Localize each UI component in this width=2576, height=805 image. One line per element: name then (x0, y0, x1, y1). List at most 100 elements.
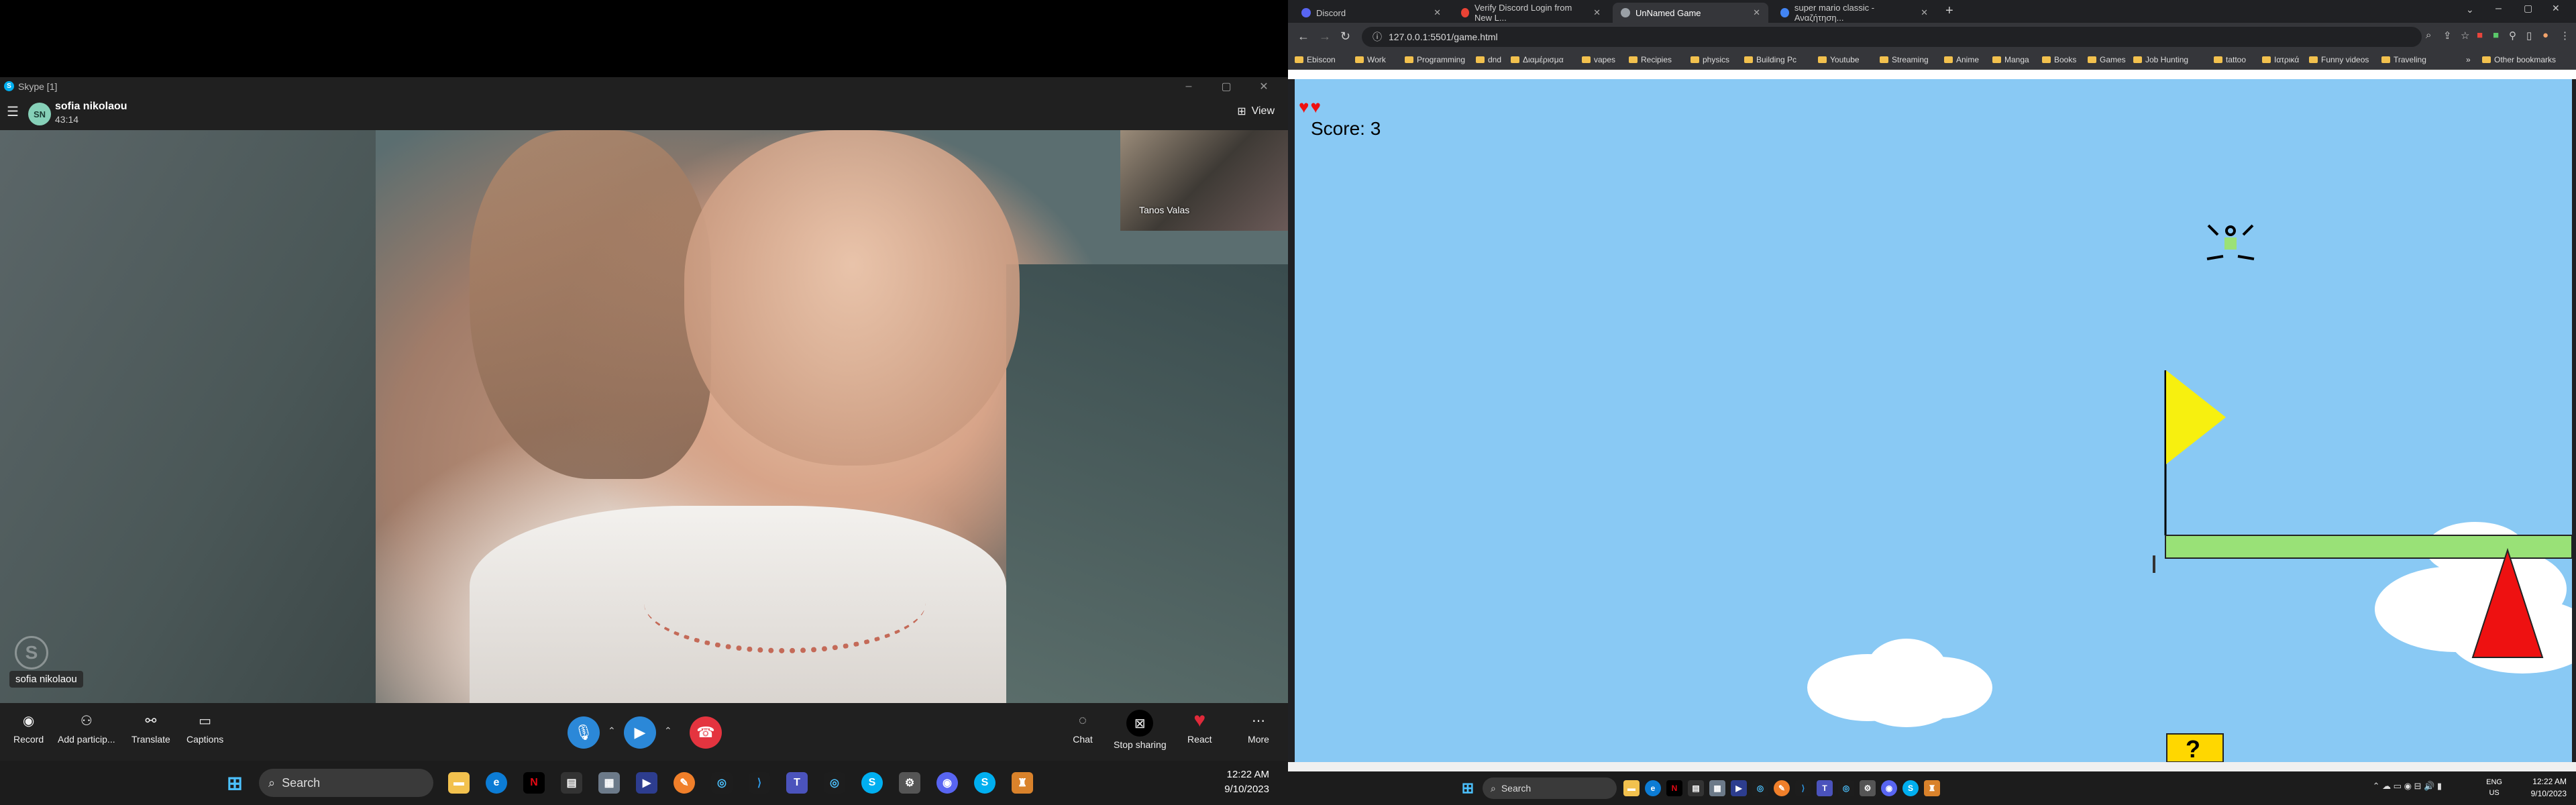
edge-icon[interactable]: e (1645, 780, 1661, 796)
minimize-icon[interactable]: – (2496, 3, 2502, 15)
bookmark-folder[interactable]: Ebiscon (1295, 55, 1336, 64)
chat-button[interactable]: ◌ Chat (1072, 710, 1093, 745)
bookmark-folder[interactable]: Funny videos (2309, 55, 2369, 64)
other-bookmarks[interactable]: Other bookmarks (2482, 55, 2556, 64)
chrome-icon[interactable]: ◎ (824, 772, 845, 794)
extension-icon[interactable]: ■ (2477, 30, 2483, 41)
microphone-button[interactable]: 🎙 (568, 716, 600, 749)
skype-icon[interactable]: S (861, 772, 883, 794)
extension-icon[interactable]: ■ (2493, 30, 2499, 41)
close-icon[interactable]: ✕ (1921, 7, 1928, 18)
vscode-icon[interactable]: ⟩ (1795, 780, 1811, 796)
zoom-icon[interactable]: ⌕ (2426, 30, 2431, 41)
bookmark-folder[interactable]: Recipies (1629, 55, 1672, 64)
discord-icon[interactable]: ◉ (1881, 780, 1897, 796)
taskbar-clock[interactable]: 12:22 AM 9/10/2023 (1224, 767, 1269, 797)
extensions-puzzle-icon[interactable]: ⚲ (2509, 30, 2516, 42)
self-view-video[interactable] (1120, 130, 1288, 231)
vscode-icon[interactable]: ⟩ (749, 772, 770, 794)
bookmark-folder[interactable]: vapes (1582, 55, 1615, 64)
app-icon[interactable]: ▦ (1709, 780, 1725, 796)
skype-icon[interactable]: S (1902, 780, 1919, 796)
view-button[interactable]: ⊞ View (1237, 105, 1275, 118)
edge-icon[interactable]: e (486, 772, 507, 794)
minimize-icon[interactable]: – (1170, 77, 1208, 95)
bookmark-folder[interactable]: Games (2088, 55, 2126, 64)
bookmark-folder[interactable]: physics (1690, 55, 1729, 64)
horizontal-scrollbar[interactable] (1288, 762, 2576, 771)
close-icon[interactable]: ✕ (1245, 77, 1283, 95)
teams-icon[interactable]: T (1817, 780, 1833, 796)
terminal-icon[interactable]: ▤ (1688, 780, 1704, 796)
side-panel-icon[interactable]: ▯ (2526, 30, 2532, 42)
app-icon[interactable]: ▶ (1731, 780, 1747, 796)
bookmark-folder[interactable]: Job Hunting (2133, 55, 2188, 64)
taskbar-clock[interactable]: 12:22 AM 9/10/2023 (2531, 775, 2567, 800)
end-call-button[interactable]: ☎ (690, 716, 722, 749)
windows-start-icon[interactable]: ⊞ (224, 772, 246, 794)
taskbar-search[interactable]: ⌕ Search (259, 769, 433, 797)
skype-icon[interactable]: S (974, 772, 996, 794)
chrome-icon[interactable]: ◎ (1752, 780, 1768, 796)
bookmark-folder[interactable]: Traveling (2381, 55, 2426, 64)
app-icon[interactable]: ▦ (598, 772, 620, 794)
tab-search-icon[interactable]: ⌄ (2466, 4, 2474, 15)
record-button[interactable]: ◉ Record (13, 710, 44, 745)
translate-button[interactable]: ⚯ Translate (131, 710, 170, 745)
menu-kebab-icon[interactable]: ⋮ (2560, 30, 2570, 42)
bookmark-star-icon[interactable]: ☆ (2461, 30, 2469, 42)
close-icon[interactable]: ✕ (2552, 3, 2560, 14)
bookmark-folder[interactable]: Youtube (1818, 55, 1860, 64)
bookmark-folder[interactable]: Streaming (1880, 55, 1929, 64)
bookmark-folder[interactable]: Anime (1944, 55, 1979, 64)
address-bar[interactable]: ⓘ 127.0.0.1:5501/game.html (1362, 27, 2422, 47)
menu-icon[interactable]: ☰ (7, 105, 21, 119)
reload-icon[interactable]: ↻ (1340, 30, 1350, 44)
chevron-down-icon[interactable]: ⌃ (608, 725, 616, 737)
bookmark-folder[interactable]: Building Pc (1744, 55, 1796, 64)
maximize-icon[interactable]: ▢ (2524, 3, 2532, 14)
game-canvas[interactable]: ? ♥ ♥ Score: 3 (1295, 79, 2572, 762)
teams-icon[interactable]: T (786, 772, 808, 794)
react-button[interactable]: ♥ React (1187, 709, 1212, 745)
more-bookmarks-icon[interactable]: » (2466, 55, 2471, 64)
app-icon[interactable]: ✎ (674, 772, 695, 794)
language-indicator[interactable]: ENG US (2486, 777, 2502, 798)
windows-start-icon[interactable]: ⊞ (1460, 780, 1476, 796)
netflix-icon[interactable]: N (523, 772, 545, 794)
tab-search[interactable]: super mario classic - Αναζήτηση... ✕ (1772, 3, 1936, 23)
forward-icon[interactable]: → (1319, 30, 1331, 44)
bookmark-folder[interactable]: Manga (1992, 55, 2029, 64)
stop-sharing-button[interactable]: ⊠ Stop sharing (1114, 710, 1167, 750)
tab-game[interactable]: UnNamed Game ✕ (1613, 3, 1768, 23)
settings-icon[interactable]: ⚙ (899, 772, 920, 794)
bookmark-folder[interactable]: Work (1355, 55, 1386, 64)
app-icon[interactable]: ♜ (1012, 772, 1033, 794)
system-tray-icons[interactable]: ⌃ ☁ ▭ ◉ ⊟ 🔊 ▮ (2373, 781, 2442, 792)
close-icon[interactable]: ✕ (1753, 7, 1760, 18)
captions-button[interactable]: ▭ Captions (186, 710, 223, 745)
chevron-down-icon[interactable]: ⌃ (664, 725, 672, 737)
app-icon[interactable]: ▶ (636, 772, 657, 794)
netflix-icon[interactable]: N (1666, 780, 1682, 796)
taskbar-search[interactable]: ⌕ Search (1483, 777, 1617, 799)
chrome-icon[interactable]: ◎ (711, 772, 733, 794)
app-icon[interactable]: ✎ (1774, 780, 1790, 796)
avatar[interactable]: SN (28, 103, 51, 125)
bookmark-folder[interactable]: Programming (1405, 55, 1465, 64)
new-tab-icon[interactable]: + (1945, 3, 1953, 19)
more-button[interactable]: ⋯ More (1248, 710, 1269, 745)
close-icon[interactable]: ✕ (1434, 7, 1441, 18)
tab-gmail[interactable]: Verify Discord Login from New L... ✕ (1453, 3, 1609, 23)
back-icon[interactable]: ← (1297, 30, 1309, 44)
add-participants-button[interactable]: ⚇ Add particip... (58, 710, 115, 745)
terminal-icon[interactable]: ▤ (561, 772, 582, 794)
chrome-icon[interactable]: ◎ (1838, 780, 1854, 796)
close-icon[interactable]: ✕ (1593, 7, 1601, 18)
discord-icon[interactable]: ◉ (936, 772, 958, 794)
settings-icon[interactable]: ⚙ (1860, 780, 1876, 796)
maximize-icon[interactable]: ▢ (1208, 77, 1245, 95)
app-icon[interactable]: ♜ (1924, 780, 1940, 796)
bookmark-folder[interactable]: Διαμέρισμα (1511, 55, 1564, 64)
bookmark-folder[interactable]: Ιατρικά (2262, 55, 2299, 64)
